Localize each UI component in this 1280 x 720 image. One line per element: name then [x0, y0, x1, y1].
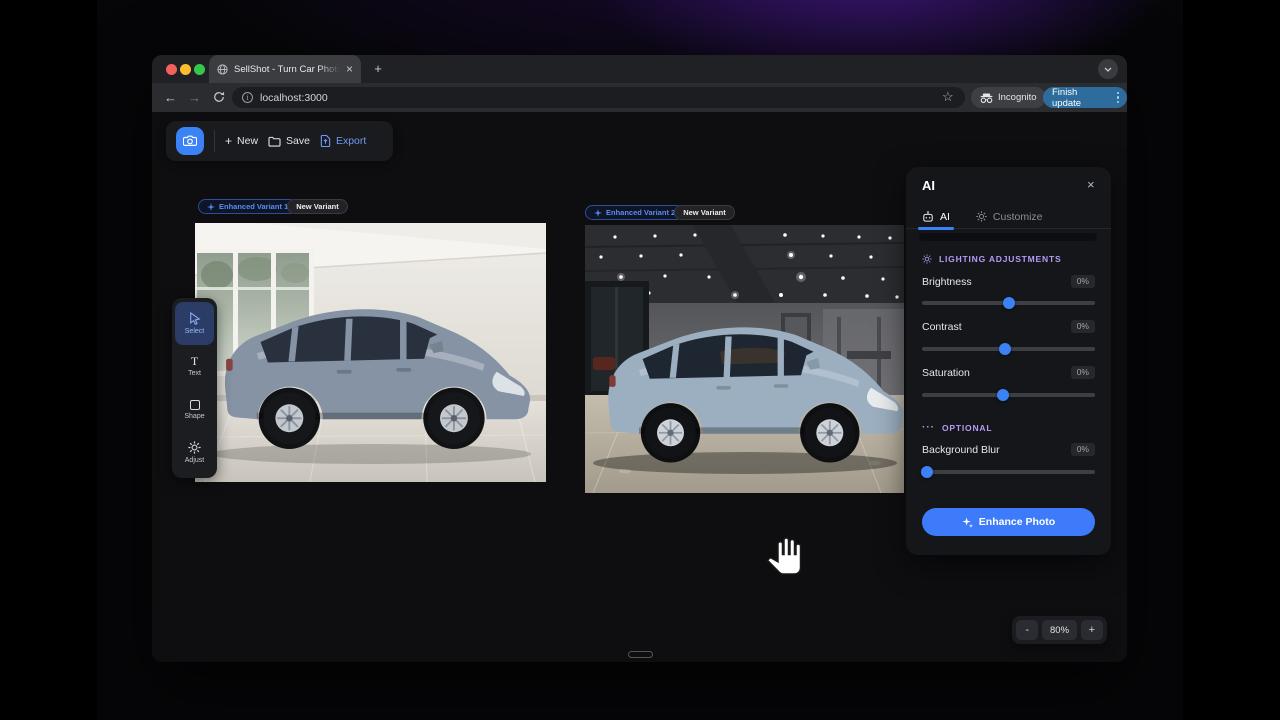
- enhanced-variant1-badge[interactable]: Enhanced Variant 1: [198, 199, 297, 214]
- contrast-value-badge: 0%: [1071, 320, 1095, 333]
- folder-icon: [268, 136, 281, 147]
- ai-panel-title: AI: [922, 178, 935, 193]
- reload-button[interactable]: [210, 89, 227, 106]
- camera-icon: [183, 135, 197, 147]
- new-variant1-badge[interactable]: New Variant: [287, 199, 348, 214]
- optional-section-header: ··· OPTIONAL: [922, 422, 992, 433]
- sun-icon: [922, 254, 932, 264]
- url-text: localhost:3000: [260, 92, 328, 104]
- hand-pan-cursor-icon: [766, 536, 802, 576]
- ai-panel-close-icon[interactable]: ×: [1087, 177, 1095, 192]
- ellipsis-icon: ···: [922, 422, 935, 433]
- incognito-badge: Incognito: [971, 87, 1046, 108]
- sparkles-icon: [962, 517, 973, 528]
- zoom-level: 80%: [1042, 620, 1076, 640]
- zoom-in-button[interactable]: +: [1081, 620, 1103, 640]
- variant1-badges: Enhanced Variant 1 New Variant: [198, 199, 348, 214]
- zoom-control: - 80% +: [1012, 616, 1107, 644]
- saturation-row: Saturation 0%: [922, 366, 1095, 379]
- slider-thumb[interactable]: [997, 389, 1009, 401]
- lighting-section-header: LIGHTING ADJUSTMENTS: [922, 254, 1061, 264]
- desktop-background: SellShot - Turn Car Photos Int × + ← →: [0, 0, 1280, 720]
- incognito-icon: [980, 93, 993, 103]
- tab-customize[interactable]: Customize: [976, 205, 1043, 229]
- ai-panel: AI × AI: [906, 167, 1111, 555]
- bookmark-star-icon[interactable]: ☆: [942, 89, 954, 105]
- tools-sidebar: Select T Text Shape: [172, 298, 217, 478]
- tab-ai[interactable]: AI: [922, 205, 950, 229]
- window-close-button[interactable]: [166, 64, 177, 75]
- browser-menu-kebab-icon[interactable]: [1115, 90, 1122, 106]
- window-zoom-button[interactable]: [194, 64, 205, 75]
- back-button[interactable]: ←: [162, 89, 179, 106]
- new-tab-button[interactable]: +: [370, 61, 386, 77]
- slider-thumb[interactable]: [999, 343, 1011, 355]
- browser-window: SellShot - Turn Car Photos Int × + ← →: [152, 55, 1127, 662]
- contrast-slider[interactable]: [922, 347, 1095, 351]
- cursor-select-icon: [189, 312, 201, 325]
- text-tool-icon: T: [191, 356, 198, 367]
- gear-icon: [976, 211, 987, 222]
- finish-update-button[interactable]: Finish update: [1043, 87, 1127, 108]
- brightness-row: Brightness 0%: [922, 275, 1095, 288]
- browser-tab[interactable]: SellShot - Turn Car Photos Int ×: [209, 55, 361, 83]
- sparkle-icon: [594, 209, 602, 217]
- tool-select[interactable]: Select: [175, 302, 214, 345]
- shape-square-icon: [190, 400, 200, 410]
- app-canvas[interactable]: + New Save Export: [152, 112, 1127, 662]
- tool-adjust[interactable]: Adjust: [175, 431, 214, 474]
- ai-panel-tabs: AI Customize: [906, 205, 1111, 229]
- panel-scroll-hint: [919, 233, 1097, 241]
- zoom-out-button[interactable]: -: [1016, 620, 1038, 640]
- reload-icon: [213, 91, 225, 103]
- window-minimize-button[interactable]: [180, 64, 191, 75]
- tool-shape[interactable]: Shape: [175, 388, 214, 431]
- robot-icon: [922, 211, 934, 222]
- saturation-slider[interactable]: [922, 393, 1095, 397]
- address-bar[interactable]: i localhost:3000: [232, 87, 965, 108]
- sparkle-icon: [207, 203, 215, 211]
- bright-showroom-scene: [195, 223, 546, 482]
- bottom-drag-handle[interactable]: [628, 651, 653, 658]
- contrast-row: Contrast 0%: [922, 320, 1095, 333]
- toolbar-divider: [214, 130, 215, 152]
- incognito-label: Incognito: [998, 92, 1037, 103]
- forward-button[interactable]: →: [186, 89, 203, 106]
- enhance-photo-button[interactable]: Enhance Photo: [922, 508, 1095, 536]
- slider-thumb[interactable]: [921, 466, 933, 478]
- variant2-badges: Enhanced Variant 2 New Variant: [585, 205, 735, 220]
- dark-showroom-scene: [585, 225, 904, 493]
- chevron-down-icon: [1104, 67, 1112, 72]
- save-button[interactable]: Save: [268, 135, 310, 147]
- plus-icon: +: [225, 134, 232, 148]
- browser-toolbar: ← → i localhost:3000 ☆: [152, 83, 1127, 112]
- tab-favicon-globe-icon: [217, 64, 228, 75]
- app-logo-camera-button[interactable]: [176, 127, 204, 155]
- tab-title: SellShot - Turn Car Photos Int: [234, 64, 340, 75]
- browser-tab-strip: SellShot - Turn Car Photos Int × +: [152, 55, 1127, 83]
- brightness-slider[interactable]: [922, 301, 1095, 305]
- tool-text[interactable]: T Text: [175, 345, 214, 388]
- site-info-icon[interactable]: i: [242, 92, 253, 103]
- car-photo-variant1[interactable]: [195, 223, 546, 482]
- new-variant2-badge[interactable]: New Variant: [674, 205, 735, 220]
- tab-close-icon[interactable]: ×: [346, 63, 353, 75]
- slider-thumb[interactable]: [1003, 297, 1015, 309]
- finish-update-label: Finish update: [1052, 87, 1109, 109]
- new-button[interactable]: + New: [225, 134, 258, 148]
- brightness-value-badge: 0%: [1071, 275, 1095, 288]
- app-toolbar: + New Save Export: [166, 121, 393, 161]
- saturation-value-badge: 0%: [1071, 366, 1095, 379]
- background-blur-value-badge: 0%: [1071, 443, 1095, 456]
- gear-icon: [188, 441, 201, 454]
- tab-search-chevron-button[interactable]: [1098, 59, 1118, 79]
- enhanced-variant2-badge[interactable]: Enhanced Variant 2: [585, 205, 684, 220]
- background-blur-row: Background Blur 0%: [922, 443, 1095, 456]
- car-photo-variant2[interactable]: [585, 225, 904, 493]
- export-file-icon: [320, 135, 331, 147]
- export-button[interactable]: Export: [320, 135, 366, 147]
- background-blur-slider[interactable]: [922, 470, 1095, 474]
